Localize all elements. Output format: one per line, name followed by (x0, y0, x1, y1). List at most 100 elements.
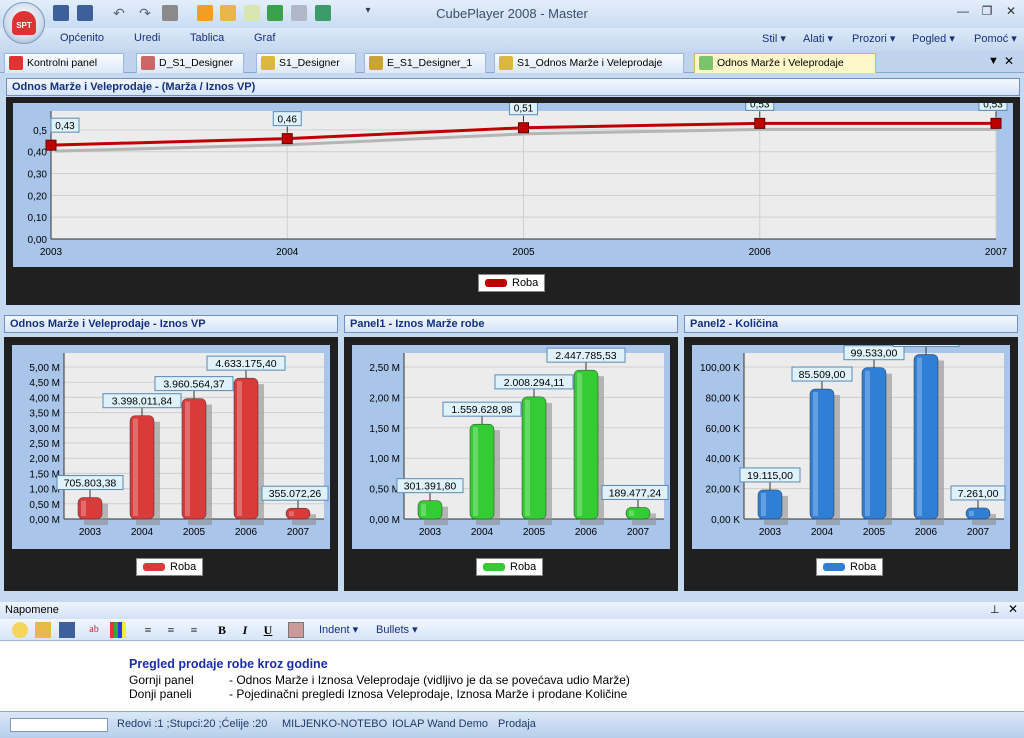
y-tick-label: 0,30 (28, 170, 48, 181)
y-tick-label: 80,00 K (706, 393, 741, 404)
menu-alati[interactable]: Alati ▾ (803, 32, 833, 45)
x-tick-label: 2006 (749, 247, 772, 258)
x-tick-label: 2004 (276, 247, 299, 258)
redo-icon[interactable]: ↷ (137, 5, 153, 21)
data-label: 2.447.785,53 (555, 350, 616, 362)
sync-icon[interactable] (315, 5, 331, 21)
pin-icon[interactable]: ⊥ (990, 603, 1000, 616)
tab-d-s1-designer[interactable]: D_S1_Designer (136, 53, 244, 73)
tab-s1-designer[interactable]: S1_Designer (256, 53, 356, 73)
x-tick-label: 2003 (40, 247, 63, 258)
y-tick-label: 0,5 (33, 126, 47, 137)
x-tick-label: 2004 (131, 527, 154, 538)
close-icon[interactable]: ✕ (1000, 4, 1022, 22)
refresh-icon[interactable] (267, 5, 283, 21)
y-tick-label: 1,00 M (29, 485, 60, 496)
data-label: 1.559.628,98 (451, 404, 512, 416)
x-tick-label: 2004 (471, 527, 494, 538)
new-icon[interactable] (12, 622, 28, 638)
cube-icon (261, 56, 275, 70)
align-center-icon[interactable]: ≡ (163, 622, 179, 638)
export-icon[interactable] (291, 5, 307, 21)
table-icon[interactable] (244, 5, 260, 21)
top-legend[interactable]: Roba (478, 274, 546, 292)
menu-pogled[interactable]: Pogled ▾ (912, 32, 955, 45)
chart-icon[interactable] (197, 5, 213, 21)
progress-bar (10, 718, 108, 732)
bar-highlight (917, 357, 922, 516)
bar-highlight (81, 500, 86, 516)
tab-odnos-active[interactable]: Odnos Marže i Veleprodaje (694, 53, 876, 73)
image-icon[interactable] (288, 622, 304, 638)
save-icon[interactable] (53, 5, 69, 21)
customize-icon[interactable]: ▾ (360, 5, 376, 21)
pivot-icon[interactable] (220, 5, 236, 21)
save-as-icon[interactable] (77, 5, 93, 21)
undo-icon[interactable]: ↶ (111, 5, 127, 21)
x-tick-label: 2006 (235, 527, 258, 538)
menu-pomoc-label: Pomoć (974, 33, 1009, 45)
notes-header: Napomene ⊥ ✕ (0, 602, 1024, 619)
menu-tablica[interactable]: Tablica (190, 32, 224, 44)
data-label: 705.803,38 (64, 478, 117, 490)
data-label: 99.533,00 (851, 348, 898, 360)
bold-icon[interactable]: B (214, 622, 230, 638)
data-label: 0,46 (278, 115, 298, 126)
italic-icon[interactable]: I (237, 622, 253, 638)
underline-icon[interactable]: U (260, 622, 276, 638)
y-tick-label: 3,00 M (29, 424, 60, 435)
menu-opcenito[interactable]: Općenito (60, 32, 104, 44)
bullets-menu[interactable]: Bullets ▾ (376, 623, 418, 636)
notes-heading: Pregled prodaje robe kroz godine (129, 657, 328, 671)
align-right-icon[interactable]: ≡ (186, 622, 202, 638)
panel1-legend[interactable]: Roba (136, 558, 204, 576)
tab-label: E_S1_Designer_1 (387, 57, 473, 69)
panel2-legend[interactable]: Roba (476, 558, 544, 576)
data-point (990, 117, 1002, 129)
y-tick-label: 2,50 M (369, 363, 400, 374)
restore-icon[interactable]: ❐ (976, 4, 998, 22)
minimize-icon[interactable]: — (952, 4, 974, 22)
y-tick-label: 0,50 M (29, 500, 60, 511)
tab-e-s1-designer-1[interactable]: E_S1_Designer_1 (364, 53, 486, 73)
print-icon[interactable] (162, 5, 178, 21)
x-tick-label: 2005 (512, 247, 535, 258)
cube-icon (499, 56, 513, 70)
menu-stil[interactable]: Stil ▾ (762, 32, 786, 45)
tab-label: S1_Odnos Marže i Veleprodaje (517, 57, 663, 69)
y-tick-label: 0,20 (28, 191, 48, 202)
panel3-legend[interactable]: Roba (816, 558, 884, 576)
menu-pomoc[interactable]: Pomoć ▾ (974, 32, 1017, 45)
spellcheck-icon[interactable]: ab (86, 622, 102, 638)
bullets-label: Bullets (376, 624, 410, 636)
save-icon[interactable] (59, 622, 75, 638)
x-tick-label: 2003 (419, 527, 442, 538)
bar-highlight (969, 510, 974, 516)
tab-kontrolni-panel[interactable]: Kontrolni panel (4, 53, 124, 73)
data-label: 2.008.294,11 (504, 377, 565, 389)
spt-icon (9, 56, 23, 70)
y-tick-label: 100,00 K (700, 363, 740, 374)
open-icon[interactable] (35, 622, 51, 638)
notes-editor[interactable]: Pregled prodaje robe kroz godine Gornji … (0, 641, 1024, 711)
y-tick-label: 1,00 M (369, 454, 400, 465)
menu-graf[interactable]: Graf (254, 32, 275, 44)
bar-highlight (761, 492, 766, 516)
bar-highlight (421, 503, 426, 516)
tab-s1-odnos[interactable]: S1_Odnos Marže i Veleprodaje (494, 53, 684, 73)
x-tick-label: 2005 (183, 527, 206, 538)
data-label: 0,53 (983, 103, 1003, 110)
color-icon[interactable] (110, 622, 126, 638)
indent-menu[interactable]: Indent ▾ (319, 623, 358, 636)
menu-uredi[interactable]: Uredi (134, 32, 160, 44)
y-tick-label: 2,50 M (29, 439, 60, 450)
bar-highlight (133, 418, 138, 516)
app-logo[interactable]: SPT (3, 2, 45, 44)
notes-close-icon[interactable]: ✕ (1008, 602, 1018, 616)
y-tick-label: 1,50 M (29, 469, 60, 480)
align-left-icon[interactable]: ≡ (140, 622, 156, 638)
menu-prozori[interactable]: Prozori ▾ (852, 32, 895, 45)
y-tick-label: 2,00 M (29, 454, 60, 465)
tab-close-icon[interactable]: ✕ (1004, 54, 1014, 68)
tab-list-icon[interactable]: ▼ (988, 55, 999, 67)
